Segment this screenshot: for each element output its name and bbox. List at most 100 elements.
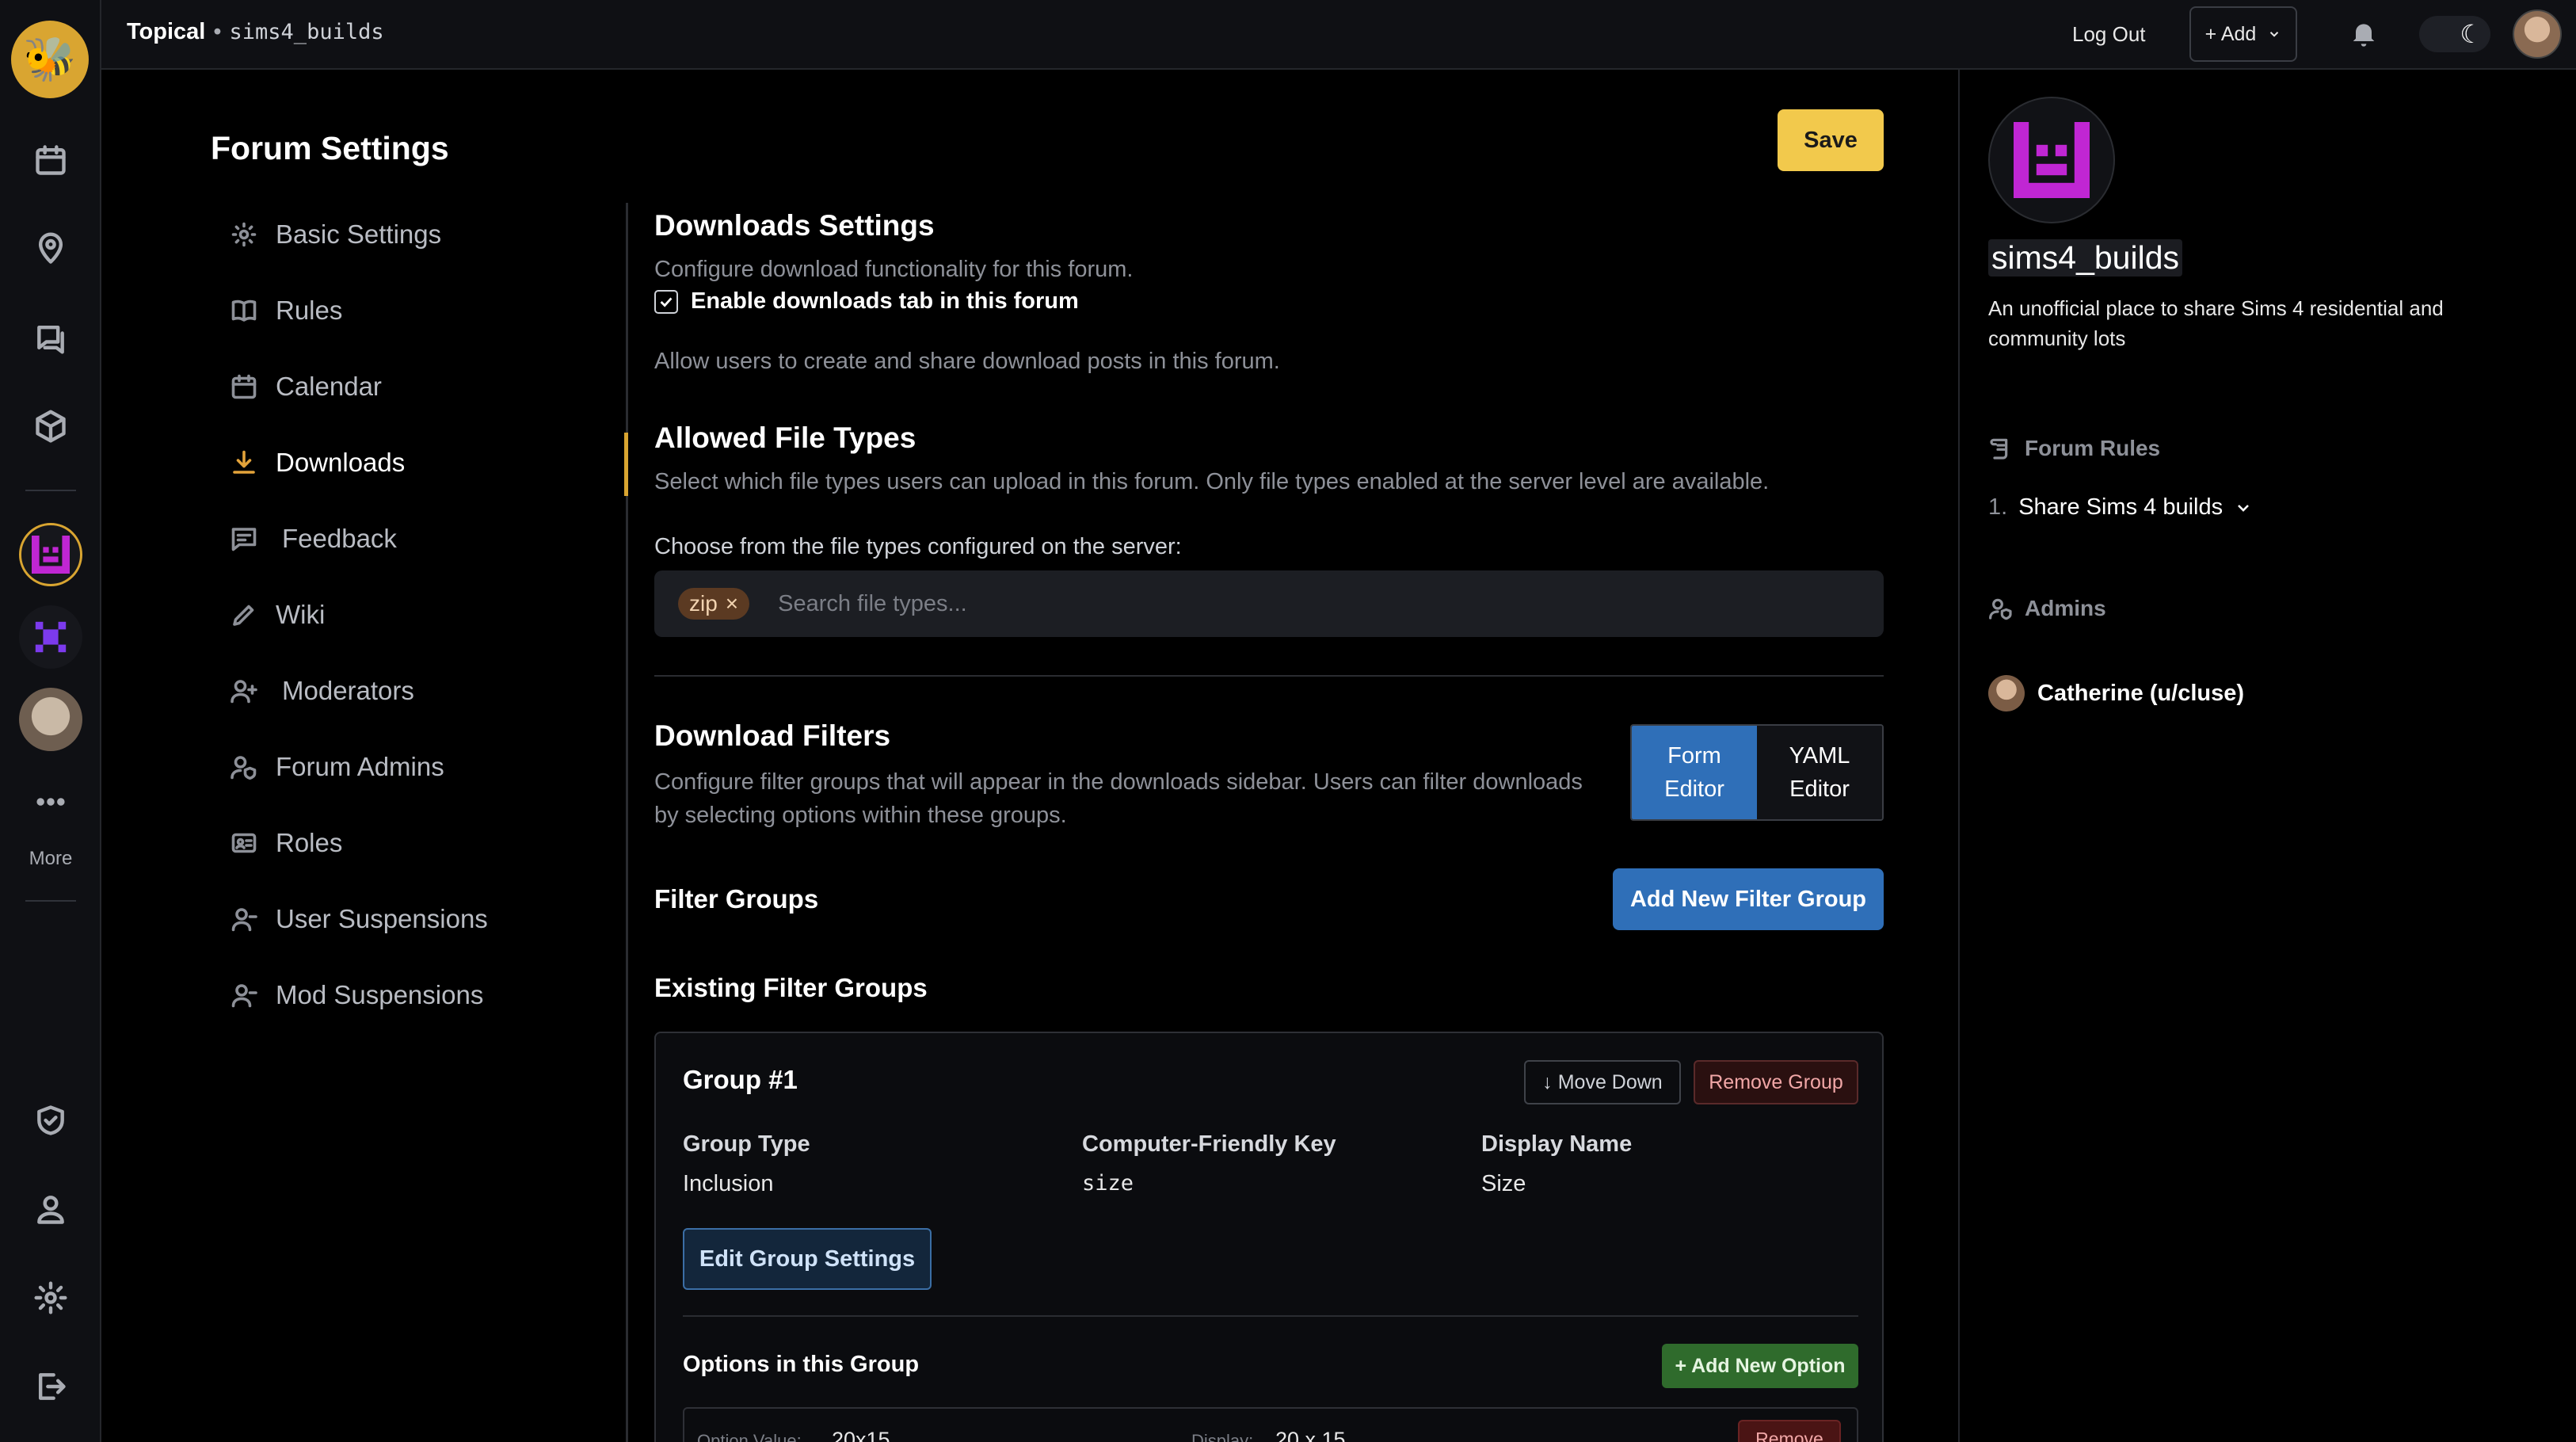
user-icon[interactable] xyxy=(19,1177,82,1241)
enable-downloads-checkbox[interactable] xyxy=(654,289,678,314)
enable-downloads-row[interactable]: Enable downloads tab in this forum xyxy=(654,288,1079,315)
forum-rules-title: Forum Rules xyxy=(2025,436,2161,460)
remove-option-button[interactable]: Remove xyxy=(1738,1420,1841,1442)
group-key-label: Computer-Friendly Key xyxy=(1082,1131,1336,1157)
option-display[interactable]: 20 x 15 xyxy=(1275,1428,1346,1442)
forum-sidebar: sims4_builds An unofficial place to shar… xyxy=(1958,70,2576,1442)
remove-group-button[interactable]: Remove Group xyxy=(1694,1060,1858,1104)
forum-sims4-builds-icon[interactable] xyxy=(19,523,82,586)
rule-number: 1. xyxy=(1988,494,2008,520)
chat-icon[interactable] xyxy=(19,306,82,369)
edit-group-settings-button[interactable]: Edit Group Settings xyxy=(683,1228,932,1290)
add-button-label: + Add xyxy=(2204,22,2257,45)
forum-avatar xyxy=(1988,97,2115,223)
breadcrumb: Topical • sims4_builds xyxy=(127,19,384,45)
enable-downloads-help: Allow users to create and share download… xyxy=(654,349,1280,374)
nav-downloads[interactable]: Downloads xyxy=(211,437,607,488)
admin-item[interactable]: Catherine (u/cluse) xyxy=(1988,675,2244,711)
nav-mod-suspensions[interactable]: Mod Suspensions xyxy=(211,970,607,1020)
gear-icon xyxy=(228,219,260,250)
shield-check-icon[interactable] xyxy=(19,1089,82,1152)
forum-description: An unofficial place to share Sims 4 resi… xyxy=(1988,296,2444,350)
check-icon xyxy=(660,296,673,307)
download-filters-desc: Configure filter groups that will appear… xyxy=(654,769,1583,828)
nav-active-indicator xyxy=(624,433,628,496)
group-display-label: Display Name xyxy=(1481,1131,1633,1157)
form-editor-tab[interactable]: Form Editor xyxy=(1632,726,1757,819)
filter-groups-title: Filter Groups xyxy=(654,884,819,914)
nav-label: Rules xyxy=(276,296,343,325)
logout-button[interactable]: Log Out xyxy=(2072,22,2146,47)
file-type-tag: zip × xyxy=(678,588,750,620)
nav-basic-settings[interactable]: Basic Settings xyxy=(211,209,607,260)
brand-link[interactable]: Topical xyxy=(127,19,205,45)
chevron-down-icon xyxy=(2270,32,2279,37)
add-option-button[interactable]: + Add New Option xyxy=(1662,1344,1858,1388)
id-card-icon xyxy=(228,827,260,859)
section-divider xyxy=(654,675,1884,677)
group-type-label: Group Type xyxy=(683,1131,810,1157)
main-content: Save Downloads Settings Configure downlo… xyxy=(654,0,1884,1442)
allowed-file-types-title: Allowed File Types xyxy=(654,422,916,454)
save-button[interactable]: Save xyxy=(1778,109,1884,171)
bell-icon[interactable] xyxy=(2348,17,2380,49)
forum-avatar-icon[interactable] xyxy=(19,688,82,751)
left-rail: 🐝 More xyxy=(0,0,101,1442)
downloads-settings-title: Downloads Settings xyxy=(654,209,935,242)
download-filters-title: Download Filters xyxy=(654,719,891,752)
tag-remove-icon[interactable]: × xyxy=(726,591,738,616)
add-button[interactable]: + Add xyxy=(2189,6,2297,62)
forum-pixel-icon[interactable] xyxy=(19,605,82,669)
file-types-search-input[interactable] xyxy=(778,590,1492,617)
options-title: Options in this Group xyxy=(683,1352,920,1377)
breadcrumb-separator: • xyxy=(213,19,222,44)
nav-moderators[interactable]: Moderators xyxy=(211,666,607,716)
forum-name: sims4_builds xyxy=(1988,239,2182,277)
user-avatar[interactable] xyxy=(2513,10,2562,59)
admins-heading: Admins xyxy=(1988,596,2106,621)
allowed-file-types-desc: Select which file types users can upload… xyxy=(654,469,1770,494)
nav-user-suspensions[interactable]: User Suspensions xyxy=(211,894,607,944)
option-row: Option Value: 20x15 Display: 20 x 15 Rem… xyxy=(683,1407,1858,1442)
file-types-label: Choose from the file types configured on… xyxy=(654,534,1182,559)
nav-feedback[interactable]: Feedback xyxy=(211,513,607,564)
option-value[interactable]: 20x15 xyxy=(832,1428,890,1442)
add-filter-group-button[interactable]: Add New Filter Group xyxy=(1613,868,1884,930)
calendar-icon[interactable] xyxy=(19,128,82,192)
admin-name: Catherine (u/cluse) xyxy=(2037,680,2245,706)
group-title: Group #1 xyxy=(683,1065,798,1094)
nav-label: Moderators xyxy=(282,676,414,705)
nav-wiki[interactable]: Wiki xyxy=(211,589,607,640)
pencil-icon xyxy=(228,599,260,631)
nav-forum-admins[interactable]: Forum Admins xyxy=(211,742,607,792)
app-logo[interactable]: 🐝 xyxy=(11,21,89,98)
tag-label: zip xyxy=(689,591,718,616)
location-pin-icon[interactable] xyxy=(19,217,82,280)
filter-group-card: Group #1 ↓ Move Down Remove Group Group … xyxy=(654,1032,1884,1442)
theme-toggle[interactable]: ☾ xyxy=(2419,16,2490,52)
nav-roles[interactable]: Roles xyxy=(211,818,607,868)
admins-title: Admins xyxy=(2025,596,2106,620)
option-display-label: Display: xyxy=(1191,1431,1254,1442)
more-label[interactable]: More xyxy=(0,848,101,870)
file-types-input[interactable]: zip × xyxy=(654,570,1884,637)
enable-downloads-label: Enable downloads tab in this forum xyxy=(691,288,1079,314)
yaml-editor-tab[interactable]: YAML Editor xyxy=(1757,726,1882,819)
logout-icon[interactable] xyxy=(19,1355,82,1418)
page-title: Forum Settings xyxy=(211,130,449,166)
more-icon[interactable] xyxy=(19,770,82,834)
cube-icon[interactable] xyxy=(19,395,82,458)
nav-rules[interactable]: Rules xyxy=(211,285,607,336)
move-down-button[interactable]: ↓ Move Down xyxy=(1524,1060,1681,1104)
rule-item[interactable]: 1. Share Sims 4 builds xyxy=(1988,494,2253,521)
nav-divider xyxy=(626,203,628,1442)
forum-link[interactable]: sims4_builds xyxy=(230,20,384,44)
rail-divider xyxy=(25,490,76,491)
calendar-icon xyxy=(228,371,260,402)
nav-calendar[interactable]: Calendar xyxy=(211,361,607,412)
nav-label: Downloads xyxy=(276,448,406,477)
forum-rules-heading: Forum Rules xyxy=(1988,436,2160,461)
book-icon xyxy=(228,295,260,326)
user-shield-icon xyxy=(1989,598,2012,620)
gear-icon[interactable] xyxy=(19,1266,82,1329)
